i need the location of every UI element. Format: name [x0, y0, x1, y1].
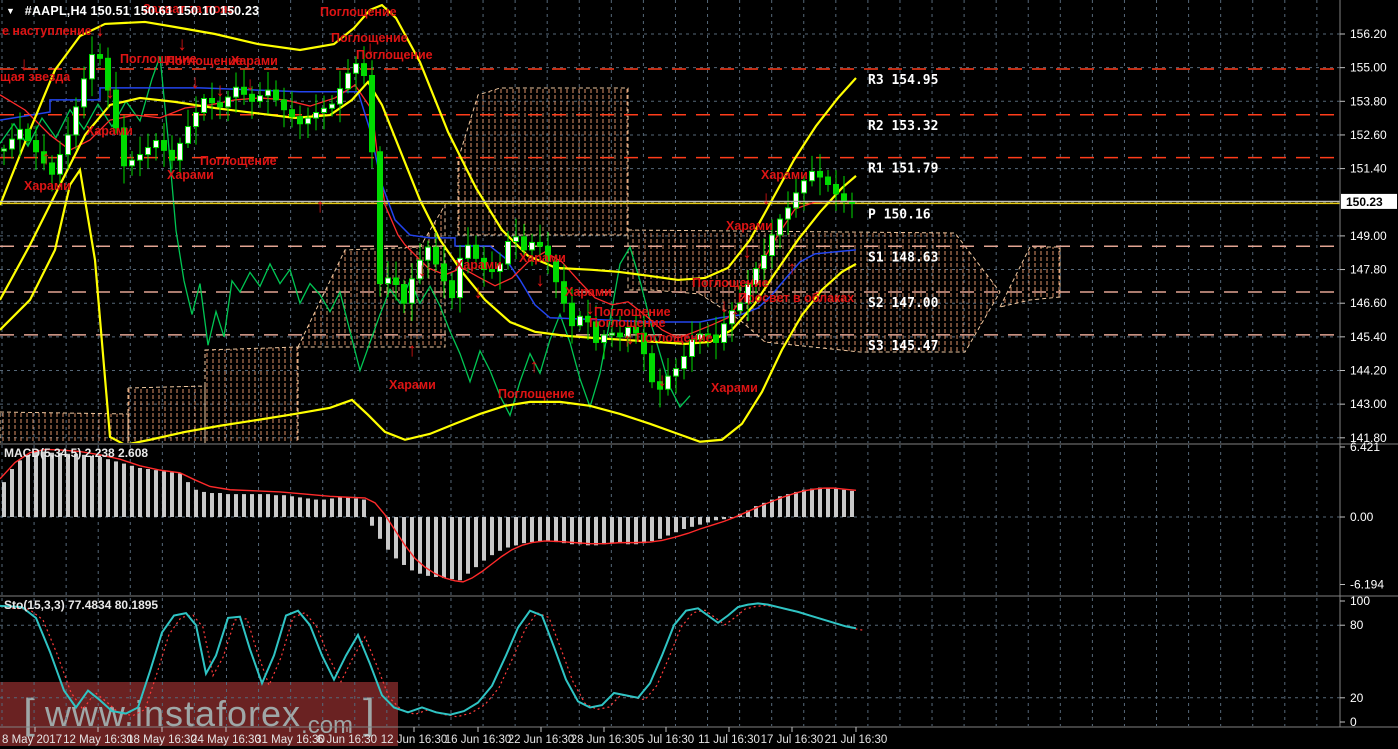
symbol-title: ▼ #AAPL,H4 150.51 150.61 150.10 150.23: [6, 4, 259, 18]
stochastic-pane: [0, 602, 864, 718]
time-axis[interactable]: 8 May 2017 12 May 16:3018 May 16:3024 May…: [2, 727, 887, 746]
candlestick-pattern-label: Харами: [389, 378, 436, 392]
up-arrow-icon: ↑: [315, 196, 325, 217]
time-axis-label: 18 May 16:30: [127, 734, 197, 746]
time-axis-label: 17 Jul 16:30: [761, 734, 824, 746]
time-axis-label: 6 Jun 16:30: [317, 734, 377, 746]
up-arrow-icon: ↑: [529, 356, 539, 377]
price-axis-label: 155.00: [1350, 61, 1387, 75]
macd-pane: [0, 448, 857, 583]
down-arrow-icon: ↓: [417, 260, 427, 281]
candlestick-pattern-label: Поглощение: [636, 331, 713, 345]
candlestick-pattern-label: Просвет в облаках: [738, 291, 854, 305]
price-axis-label: 147.80: [1350, 263, 1387, 277]
down-arrow-icon: ↓: [245, 74, 255, 95]
down-arrow-icon: ↓: [473, 282, 483, 303]
pivot-label-r3: R3 154.95: [868, 73, 938, 88]
time-axis-label: 12 May 16:30: [63, 734, 133, 746]
time-axis-label: 22 Jun 16:30: [508, 734, 575, 746]
price-axis-label: 143.00: [1350, 397, 1387, 411]
pivot-label-s1: S1 148.63: [868, 250, 938, 265]
up-arrow-icon: ↑: [787, 258, 797, 279]
price-axis-label: 149.00: [1350, 229, 1387, 243]
candlestick-pattern-label: Харами: [711, 381, 758, 395]
up-arrow-icon: ↑: [407, 340, 417, 361]
price-axis-label: 144.20: [1350, 364, 1387, 378]
down-arrow-icon: ↓: [95, 20, 105, 41]
candlestick-pattern-label: Харами: [455, 258, 502, 272]
pivot-label-r1: R1 151.79: [868, 162, 938, 177]
time-axis-label: 16 Jun 16:30: [445, 734, 512, 746]
down-arrow-icon: ↓: [190, 72, 200, 93]
pivot-label-r2: R2 153.32: [868, 119, 938, 134]
current-price-value: 150.23: [1346, 195, 1383, 209]
time-axis-label: 8 May 2017: [2, 734, 62, 746]
candlestick-pattern-label: Харами: [726, 219, 773, 233]
sto-axis-label: 100: [1350, 594, 1370, 608]
candlestick-pattern-label: Харами: [231, 54, 278, 68]
up-arrow-icon: ↑: [730, 306, 740, 327]
price-axis-label: 151.40: [1350, 162, 1387, 176]
candlestick-pattern-label: Поглощение: [320, 5, 397, 19]
candlestick-pattern-label: Харами: [565, 285, 612, 299]
pivot-label-s3: S3 145.47: [868, 339, 938, 354]
down-arrow-icon: ↓: [535, 270, 545, 291]
down-arrow-icon: ↓: [215, 80, 225, 101]
pivot-label-p: P 150.16: [868, 207, 931, 222]
candlestick-pattern-label: Поглощение: [692, 276, 769, 290]
symbol-dropdown-icon[interactable]: ▼: [6, 6, 15, 16]
up-arrow-icon: ↑: [622, 330, 632, 351]
candlestick-pattern-label: Харами: [519, 251, 566, 265]
time-axis-label: 11 Jul 16:30: [698, 734, 760, 746]
trading-chart-window: [ www.instaforex .com ] ↓ ↓ ↓ ↓ ↓ ↓ ↓ ↓ ↓ ↓ ↓ ↓ ↓ ↓ ↓ ↓…: [0, 0, 1398, 749]
down-arrow-icon: ↓: [761, 188, 771, 209]
price-axis-label: 153.80: [1350, 94, 1387, 108]
macd-indicator-label: MACD(5,34,5) 2.238 2.608: [4, 446, 149, 460]
candlestick-pattern-label: Поглощение: [200, 154, 277, 168]
down-arrow-icon: ↓: [719, 296, 729, 317]
price-axis-label: 156.20: [1350, 27, 1387, 41]
candlestick-pattern-label: е наступление: [2, 24, 92, 38]
down-arrow-icon: ↓: [742, 242, 752, 263]
price-axis-label: 146.60: [1350, 296, 1387, 310]
time-axis-label: 28 Jun 16:30: [571, 734, 638, 746]
candlestick-pattern-label: Поглощение: [589, 316, 666, 330]
sto-axis-label: 20: [1350, 691, 1364, 705]
time-axis-label: 5 Jul 16:30: [638, 734, 694, 746]
macd-axis-label: -6.194: [1350, 578, 1384, 592]
up-arrow-icon: ↑: [41, 148, 51, 169]
down-arrow-icon: ↓: [105, 82, 115, 103]
symbol-period-label: #AAPL,H4: [24, 4, 87, 18]
ohlc-quote-label: 150.51 150.61 150.10 150.23: [90, 4, 260, 18]
stochastic-indicator-label: Sto(15,3,3) 77.4834 80.1895: [4, 598, 159, 612]
time-axis-label: 31 May 16:30: [255, 734, 325, 746]
macd-axis-label: 0.00: [1350, 510, 1374, 524]
price-axis[interactable]: 156.20 155.00 153.80 152.60 151.40 149.00 147.…: [1340, 27, 1397, 729]
pivot-label-s2: S2 147.00: [868, 296, 939, 311]
time-axis-label: 24 May 16:30: [191, 734, 261, 746]
sto-axis-label: 80: [1350, 618, 1364, 632]
candlestick-pattern-label: Харами: [24, 179, 71, 193]
time-axis-label: 21 Jul 16:30: [825, 734, 888, 746]
macd-axis-label: 6.421: [1350, 440, 1380, 454]
time-axis-label: 12 Jun 16:30: [381, 734, 448, 746]
sto-axis-label: 0: [1350, 715, 1357, 729]
price-axis-label: 145.40: [1350, 330, 1387, 344]
candlestick-pattern-label: Харами: [167, 168, 214, 182]
down-arrow-icon: ↓: [657, 370, 667, 391]
candlestick-pattern-label: Поглощение: [498, 387, 575, 401]
chart-canvas[interactable]: ↓↓↓↓ ↓ ↓ ↓↓↓↓↓↓↓↓↓↓↓↑↑↑↑↑↑↑Захват за пояс По…: [0, 0, 1398, 749]
candlestick-pattern-label: Харами: [761, 168, 808, 182]
candlestick-pattern-label: Поглощение: [331, 31, 408, 45]
candlestick-pattern-label: Поглощение: [356, 48, 433, 62]
candlestick-pattern-label: Харами: [86, 124, 133, 138]
price-axis-label: 152.60: [1350, 128, 1387, 142]
candlestick-pattern-label: щая звезда: [0, 70, 71, 84]
